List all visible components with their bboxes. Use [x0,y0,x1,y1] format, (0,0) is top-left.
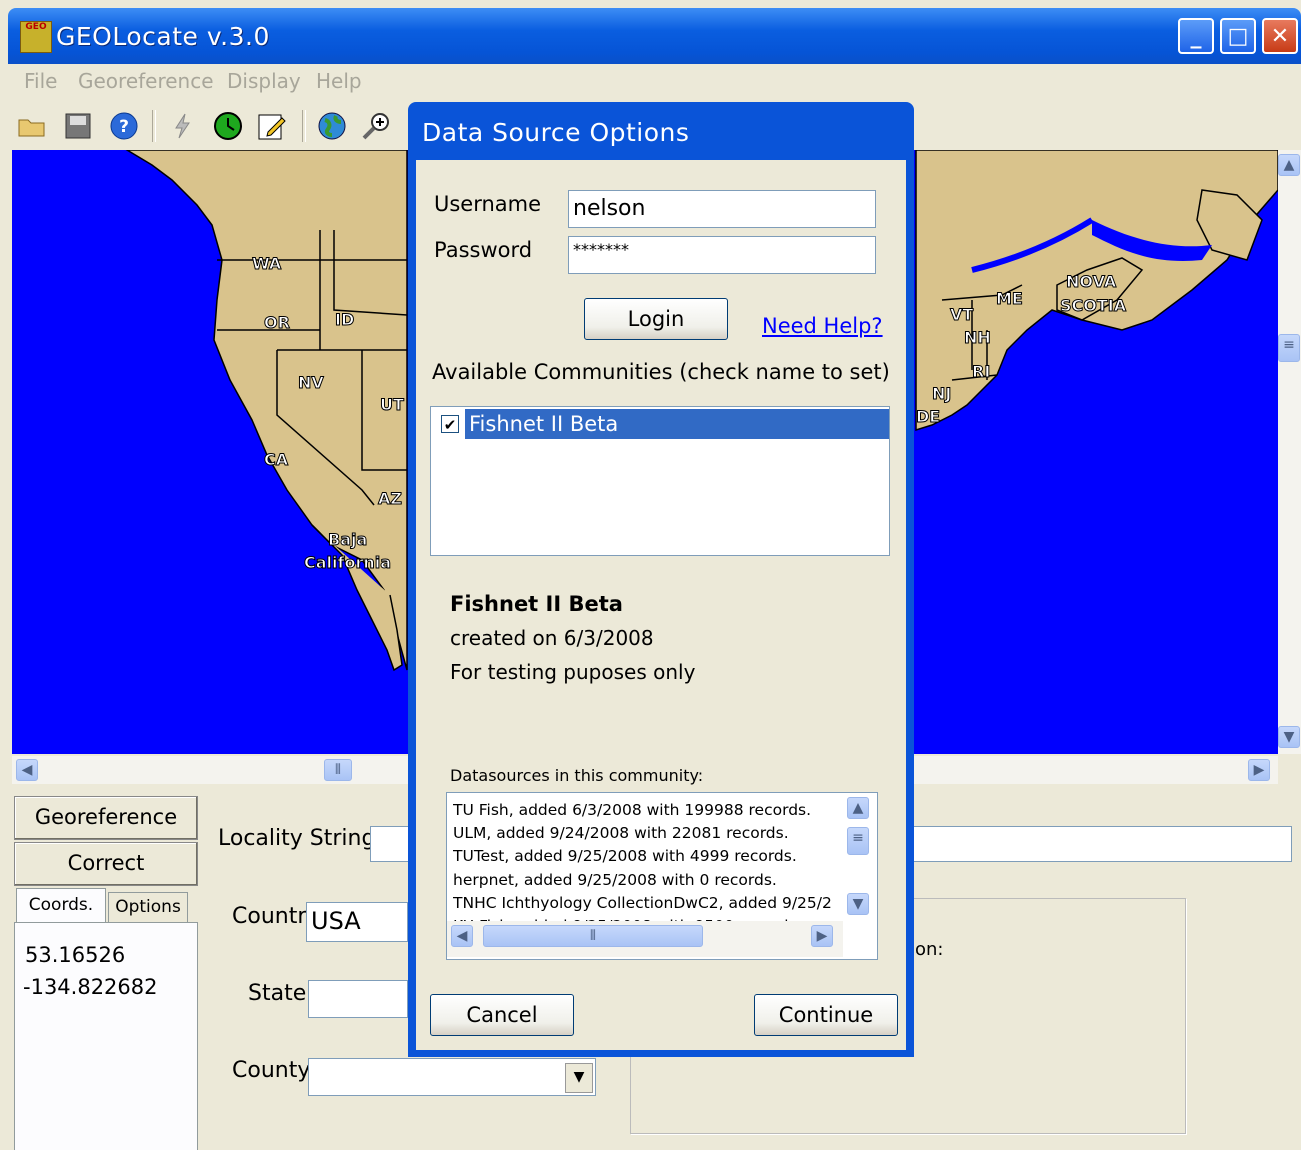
window-title: GEOLocate v.3.0 [56,22,270,51]
locality-input-right[interactable] [914,826,1292,862]
communities-list[interactable]: ✔ Fishnet II Beta [430,406,890,556]
scroll-up-button[interactable]: ▲ [847,797,869,819]
list-item: TU Fish, added 6/3/2008 with 199988 reco… [453,801,812,819]
list-item[interactable]: ✔ Fishnet II Beta [435,409,889,439]
scroll-left-button[interactable]: ◀ [16,759,38,781]
map-label-or: OR [264,313,291,333]
continue-button[interactable]: Continue [754,994,898,1036]
edit-icon[interactable] [256,110,288,142]
dialog-title: Data Source Options [422,118,690,147]
community-checkbox[interactable]: ✔ [441,415,459,434]
locality-label: Locality String [218,826,376,851]
map-label-wa: WA [251,254,282,274]
menu-display[interactable]: Display [227,69,301,93]
state-label: State [248,981,307,1006]
zoom-in-icon[interactable] [360,110,392,142]
communities-label: Available Communities (check name to set… [432,360,890,384]
menu-help[interactable]: Help [316,69,362,93]
map-label-ri: RI [971,362,991,382]
map-label-az: AZ [378,489,403,509]
username-label: Username [434,192,542,216]
details-partial-label: on: [915,939,944,960]
map-label-nova: NOVA [1065,272,1117,292]
password-label: Password [434,238,533,262]
menu-georeference[interactable]: Georeference [78,69,214,93]
maximize-button[interactable]: □ [1220,18,1256,54]
scroll-thumb[interactable]: ≡ [1278,334,1300,362]
help-icon[interactable]: ? [108,110,140,142]
list-item: herpnet, added 9/25/2008 with 0 records. [453,870,777,889]
datasources-list[interactable]: TU Fish, added 6/3/2008 with 199988 reco… [446,792,878,960]
map-label-ca: CA [263,450,289,470]
dialog-body: Username nelson Password ******* Login N… [416,160,906,1050]
county-label: County [232,1058,311,1083]
toolbar-separator [302,110,306,142]
datasources-hscrollbar[interactable]: ◀ ⦀ ▶ [447,921,843,957]
save-icon[interactable] [62,110,94,142]
toolbar-separator [152,110,156,142]
georeference-button[interactable]: Georeference [14,796,198,840]
list-item: TNHC Ichthyology CollectionDwC2, added 9… [453,893,832,912]
menu-file[interactable]: File [24,69,57,93]
dropdown-arrow-icon[interactable]: ▼ [565,1063,593,1093]
longitude-value: -134.822682 [23,975,158,999]
menu-bar: File Georeference Display Help [8,64,1301,100]
map-label-me: ME [996,289,1024,309]
map-label-scotia: SCOTIA [1059,296,1127,316]
scroll-left-button[interactable]: ◀ [451,925,473,947]
map-label-nh: NH [964,328,992,348]
scroll-thumb[interactable]: ⦀ [483,925,703,947]
need-help-link[interactable]: Need Help? [762,314,883,338]
correct-button[interactable]: Correct [14,842,198,886]
map-label-de: DE [915,407,941,427]
map-label-ut: UT [380,395,405,415]
scroll-thumb[interactable]: ≡ [847,827,869,855]
scroll-thumb[interactable]: ⦀ [324,759,352,781]
close-button[interactable]: ✕ [1262,18,1298,54]
map-label-nj: NJ [931,384,952,404]
open-icon[interactable] [16,110,48,142]
latitude-value: 53.16526 [25,943,126,967]
globe-icon[interactable] [316,110,348,142]
scroll-down-button[interactable]: ▼ [1278,726,1300,748]
map-label-id: ID [334,310,355,330]
locality-input[interactable] [370,826,410,862]
scroll-up-button[interactable]: ▲ [1278,154,1300,176]
map-label-nv: NV [298,373,325,393]
title-bar[interactable]: GEO GEOLocate v.3.0 _ □ ✕ [8,8,1301,64]
lightning-icon[interactable] [166,110,198,142]
scroll-down-button[interactable]: ▼ [847,893,869,915]
map-label-california: California [303,553,392,573]
selected-community-name: Fishnet II Beta [450,592,623,616]
app-icon: GEO [20,21,52,53]
community-name[interactable]: Fishnet II Beta [465,409,889,439]
list-item: ULM, added 9/24/2008 with 22081 records. [453,824,789,843]
country-input[interactable]: USA [306,902,408,942]
minimize-button[interactable]: _ [1178,18,1214,54]
map-vertical-scrollbar[interactable]: ▲ ≡ ▼ [1278,150,1301,754]
community-created: created on 6/3/2008 [450,626,654,650]
svg-text:?: ? [119,117,129,137]
state-input[interactable] [308,980,408,1018]
password-input[interactable]: ******* [568,236,876,274]
county-select[interactable]: ▼ [308,1058,596,1096]
coords-panel: 53.16526 -134.822682 [14,922,198,1150]
datasources-text: TU Fish, added 6/3/2008 with 199988 reco… [453,799,843,927]
cancel-button[interactable]: Cancel [430,994,574,1036]
map-label-baja: Baja [327,530,368,550]
clock-icon[interactable] [212,110,244,142]
datasources-label: Datasources in this community: [450,766,704,785]
login-button[interactable]: Login [584,298,728,340]
list-item: TUTest, added 9/25/2008 with 4999 record… [453,847,797,866]
scroll-right-button[interactable]: ▶ [1248,759,1270,781]
scroll-right-button[interactable]: ▶ [811,925,833,947]
tab-coords[interactable]: Coords. [16,888,106,923]
map-label-vt: VT [949,305,974,325]
username-input[interactable]: nelson [568,190,876,228]
community-description: For testing puposes only [450,660,696,684]
tab-options[interactable]: Options [108,892,188,923]
